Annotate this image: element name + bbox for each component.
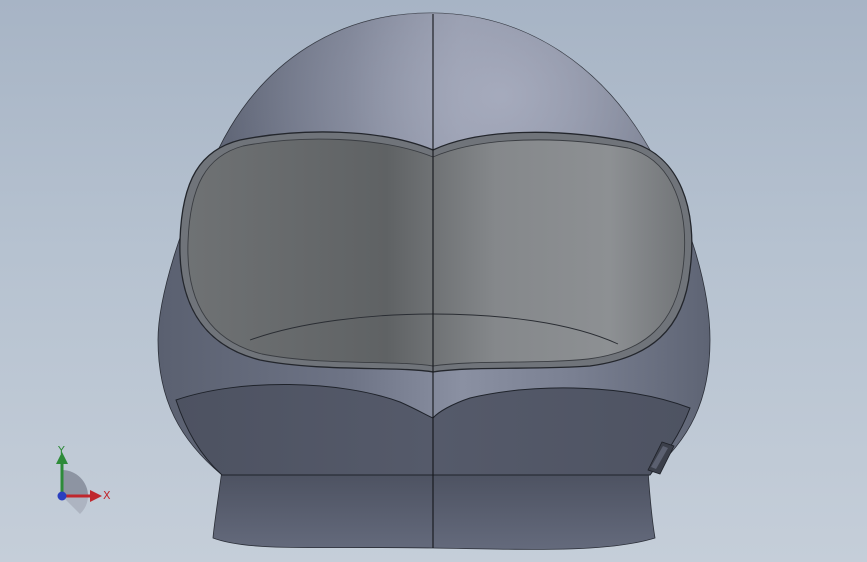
helmet-neck [212,469,656,550]
y-axis-label: Y [57,444,65,457]
z-axis-icon [57,491,67,501]
triad-plane-shade [62,496,88,514]
coordinate-triad: Y X [56,444,111,514]
graphics-viewport[interactable]: Y X [0,0,867,562]
visor-glass [187,138,686,367]
triad-plane-icon [62,470,88,496]
x-arrow-icon [90,490,102,502]
x-axis-label: X [103,489,111,502]
